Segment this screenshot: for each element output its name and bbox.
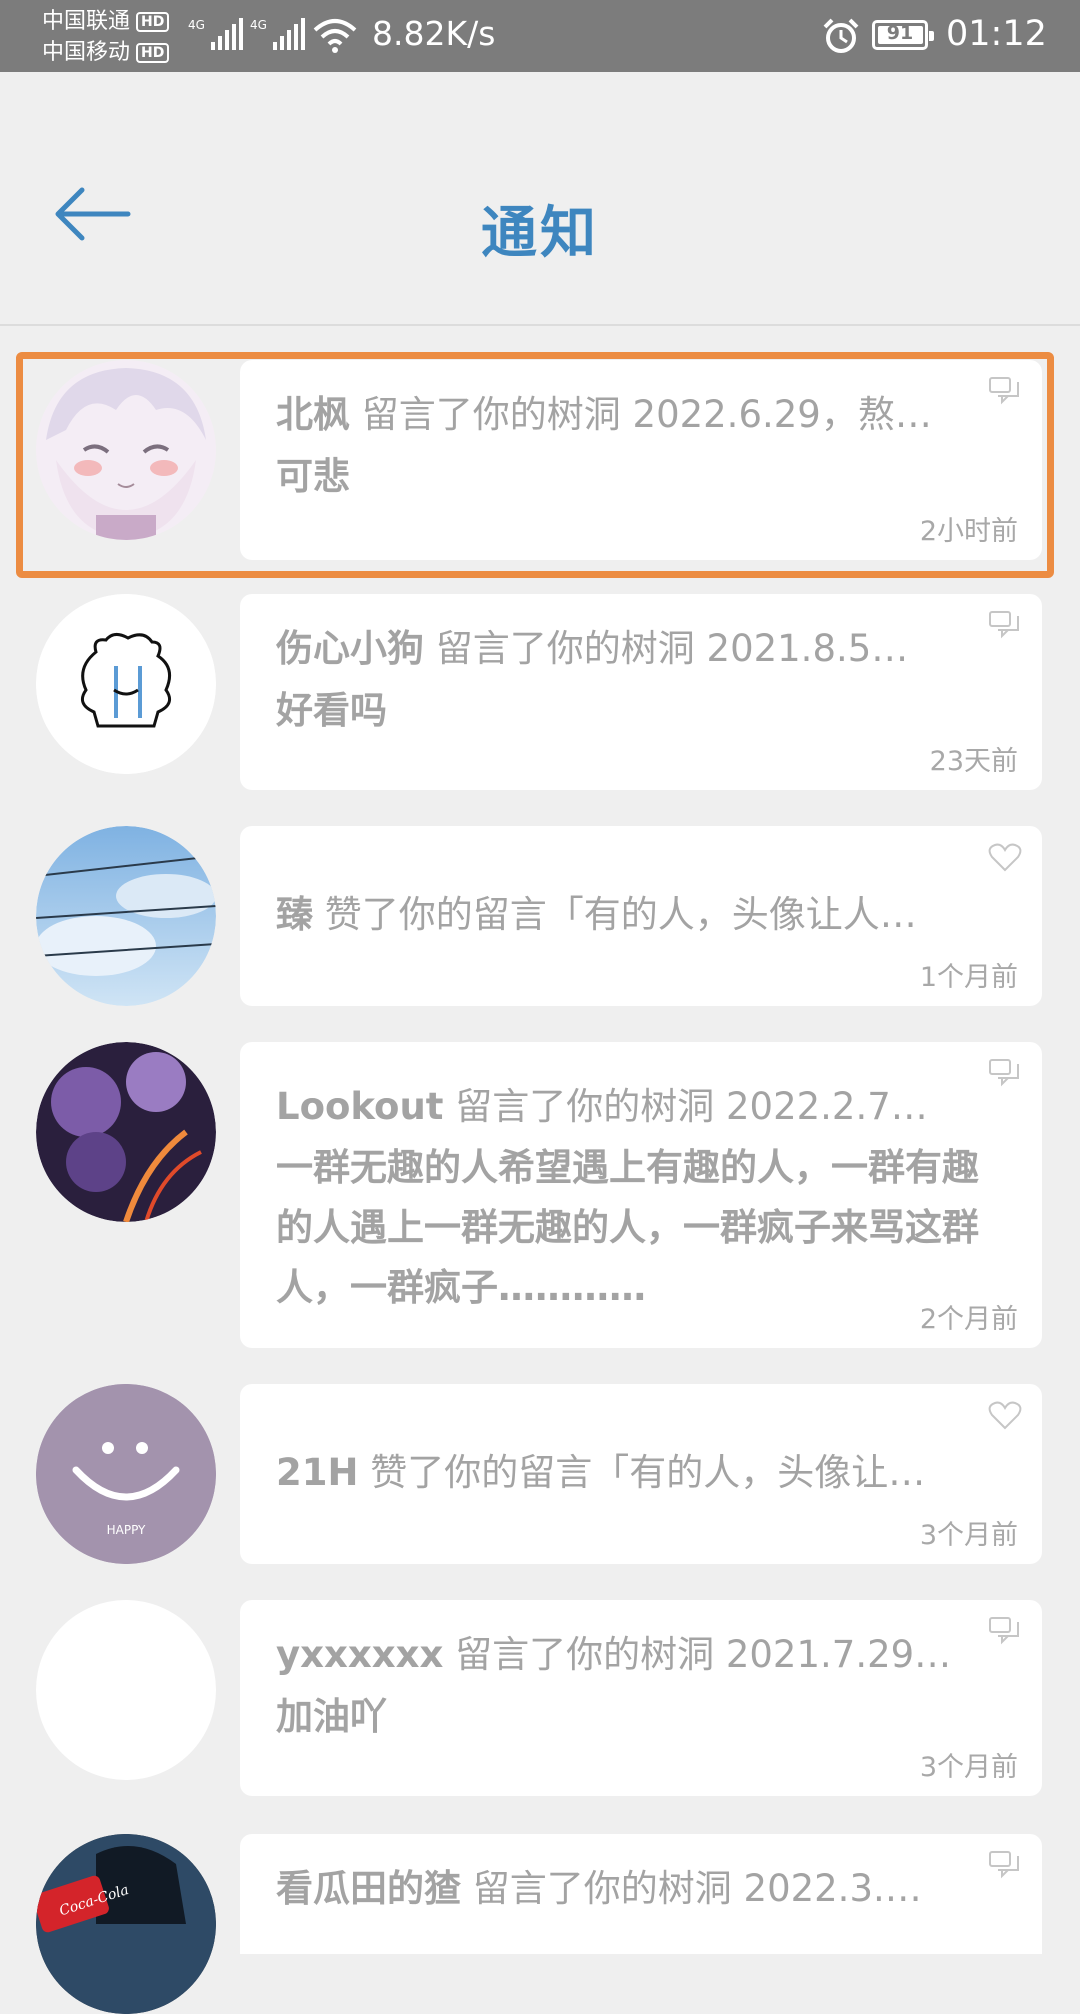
notification-card[interactable]: Lookout 留言了你的树洞 2022.2.7… 一群无趣的人希望遇上有趣的人… — [240, 1042, 1042, 1348]
notification-action: 留言了你的树洞 2022.2.7… — [443, 1085, 928, 1128]
status-time: 01:12 — [946, 14, 1047, 54]
notification-body: 一群无趣的人希望遇上有趣的人，一群有趣的人遇上一群无趣的人，一群疯子来骂这群人，… — [276, 1146, 979, 1309]
notification-card[interactable]: yxxxxxx 留言了你的树洞 2021.7.29… 加油吖 3个月前 — [240, 1600, 1042, 1796]
notification-item[interactable]: 伤心小狗 留言了你的树洞 2021.8.5… 好看吗 23天前 — [22, 594, 1062, 790]
notification-action: 留言了你的树洞 2021.7.29… — [443, 1633, 952, 1676]
battery-icon: 91 — [872, 20, 934, 50]
user-name: yxxxxxx — [276, 1633, 444, 1676]
notification-item[interactable]: 臻 赞了你的留言「有的人，头像让人… 1个月前 — [22, 826, 1062, 1006]
notification-summary: 21H 赞了你的留言「有的人，头像让… — [276, 1442, 1002, 1504]
heart-icon — [988, 843, 1022, 872]
notification-card[interactable]: 臻 赞了你的留言「有的人，头像让人… 1个月前 — [240, 826, 1042, 1006]
wifi-icon — [312, 18, 358, 58]
notification-time: 2个月前 — [919, 1304, 1018, 1335]
notification-body: 加油吖 — [276, 1695, 387, 1738]
user-name: 21H — [276, 1451, 359, 1494]
notification-summary: 臻 赞了你的留言「有的人，头像让人… — [276, 884, 1002, 946]
battery-level: 91 — [886, 22, 914, 44]
avatar[interactable] — [36, 594, 216, 774]
notification-item[interactable]: HAPPY 21H 赞了你的留言「有的人，头像让… 3个月前 — [22, 1384, 1062, 1564]
notification-card[interactable]: 北枫 留言了你的树洞 2022.6.29，熬… 可悲 2小时前 — [240, 360, 1042, 560]
notification-summary: 看瓜田的猹 留言了你的树洞 2022.3.… — [276, 1858, 1002, 1920]
user-name: 北枫 — [276, 393, 350, 436]
avatar[interactable] — [36, 1600, 216, 1780]
notification-item[interactable]: yxxxxxx 留言了你的树洞 2021.7.29… 加油吖 3个月前 — [22, 1600, 1062, 1796]
notification-action: 留言了你的树洞 2022.6.29，熬… — [350, 393, 932, 436]
notification-card[interactable]: 伤心小狗 留言了你的树洞 2021.8.5… 好看吗 23天前 — [240, 594, 1042, 790]
hd-badge: HD — [136, 42, 170, 63]
notification-action: 赞了你的留言「有的人，头像让人… — [313, 893, 917, 936]
notification-time: 1个月前 — [919, 962, 1018, 993]
avatar-caption: HAPPY — [107, 1523, 146, 1537]
notification-card[interactable]: 看瓜田的猹 留言了你的树洞 2022.3.… — [240, 1834, 1042, 1954]
notification-time: 23天前 — [929, 746, 1018, 777]
hd-badge: HD — [136, 11, 170, 32]
notification-action: 留言了你的树洞 2021.8.5… — [424, 627, 909, 670]
net-speed: 8.82K/s — [372, 14, 496, 53]
notification-body: 好看吗 — [276, 689, 387, 732]
page-title: 通知 — [481, 201, 599, 266]
notification-action: 留言了你的树洞 2022.3.… — [461, 1867, 922, 1910]
status-bar: 中国联通 HD 中国移动 HD 4G 4G 8.82K/s 91 01:12 — [0, 0, 1080, 72]
heart-icon — [988, 1401, 1022, 1430]
notification-summary: Lookout 留言了你的树洞 2022.2.7… — [276, 1076, 1002, 1138]
avatar[interactable]: Coca-Cola — [36, 1834, 216, 2014]
notification-item[interactable]: 北枫 留言了你的树洞 2022.6.29，熬… 可悲 2小时前 — [22, 360, 1062, 560]
notification-item[interactable]: Coca-Cola 看瓜田的猹 留言了你的树洞 2022.3.… — [22, 1834, 1062, 2014]
carrier-info: 中国联通 HD 中国移动 HD — [42, 6, 170, 68]
user-name: 臻 — [276, 893, 313, 936]
signal-icon: 4G — [188, 18, 243, 50]
user-name: Lookout — [276, 1085, 444, 1128]
avatar[interactable] — [36, 360, 216, 540]
notification-summary: yxxxxxx 留言了你的树洞 2021.7.29… — [276, 1624, 1002, 1686]
notification-summary: 伤心小狗 留言了你的树洞 2021.8.5… — [276, 618, 1002, 680]
carrier-name: 中国联通 — [42, 9, 131, 34]
carrier-name: 中国移动 — [42, 40, 131, 65]
notification-time: 2小时前 — [919, 516, 1018, 547]
notification-time: 3个月前 — [919, 1520, 1018, 1551]
notification-card[interactable]: 21H 赞了你的留言「有的人，头像让… 3个月前 — [240, 1384, 1042, 1564]
user-name: 伤心小狗 — [276, 627, 424, 670]
avatar[interactable]: HAPPY — [36, 1384, 216, 1564]
signal-icon: 4G — [250, 18, 305, 50]
notification-body: 可悲 — [276, 455, 350, 498]
notification-action: 赞了你的留言「有的人，头像让… — [358, 1451, 926, 1494]
notification-summary: 北枫 留言了你的树洞 2022.6.29，熬… — [276, 384, 1002, 446]
notification-time: 3个月前 — [919, 1752, 1018, 1783]
avatar[interactable] — [36, 1042, 216, 1222]
user-name: 看瓜田的猹 — [276, 1867, 461, 1910]
app-header: 通知 — [0, 72, 1080, 326]
avatar[interactable] — [36, 826, 216, 1006]
alarm-icon — [822, 18, 860, 58]
notification-item[interactable]: Lookout 留言了你的树洞 2022.2.7… 一群无趣的人希望遇上有趣的人… — [22, 1042, 1062, 1348]
